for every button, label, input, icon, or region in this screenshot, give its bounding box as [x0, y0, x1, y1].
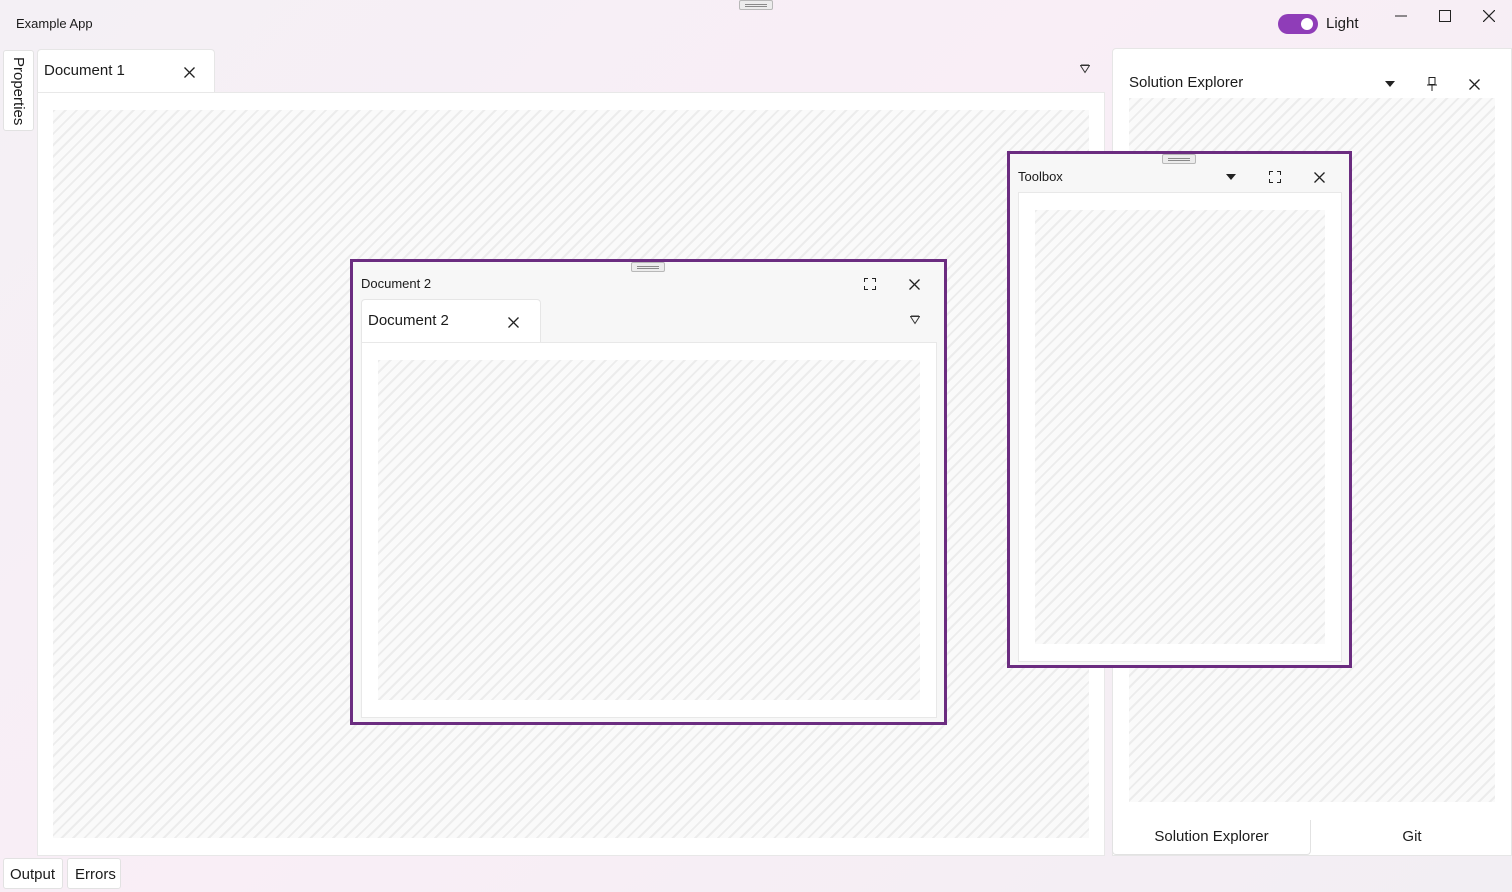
- floating-document-window[interactable]: Document 2 Document 2: [350, 259, 947, 725]
- dropdown-triangle-icon: [1385, 81, 1395, 87]
- properties-side-tab[interactable]: Properties: [3, 50, 34, 131]
- toolbox-content-panel: [1018, 192, 1342, 662]
- toolbox-expand-button[interactable]: [1264, 166, 1286, 188]
- floating-document-tab[interactable]: Document 2: [361, 299, 541, 343]
- floating-document-title: Document 2: [361, 276, 432, 291]
- toolbox-close-button[interactable]: [1308, 166, 1330, 188]
- pin-icon: [1427, 77, 1437, 91]
- document-tab-label: Document 1: [44, 62, 125, 79]
- floating-document-editor-area[interactable]: [378, 360, 920, 700]
- solution-explorer-menu-button[interactable]: [1379, 73, 1401, 95]
- dropdown-triangle-icon: [1226, 174, 1236, 180]
- toolbox-menu-button[interactable]: [1220, 166, 1242, 188]
- solution-explorer-title: Solution Explorer: [1129, 74, 1244, 91]
- dropdown-triangle-icon: [1080, 64, 1090, 74]
- minimize-button[interactable]: [1384, 4, 1418, 28]
- expand-icon: [864, 278, 876, 290]
- errors-tab-label: Errors: [75, 866, 116, 883]
- minimize-icon: [1395, 15, 1407, 17]
- solution-explorer-bottom-tab-active[interactable]: Solution Explorer: [1112, 820, 1311, 855]
- git-bottom-tab[interactable]: Git: [1312, 820, 1512, 855]
- theme-toggle[interactable]: [1278, 14, 1318, 34]
- bottom-tab-label: Solution Explorer: [1154, 828, 1269, 845]
- expand-icon: [1269, 171, 1281, 183]
- floating-document-expand-button[interactable]: [859, 273, 881, 295]
- close-icon: [183, 66, 195, 78]
- floating-document-close-button[interactable]: [903, 273, 925, 295]
- drag-grip-icon[interactable]: [631, 262, 665, 272]
- app-title: Example App: [16, 16, 93, 31]
- document-tab-close-button[interactable]: [178, 61, 200, 83]
- close-icon: [507, 316, 519, 328]
- solution-explorer-close-button[interactable]: [1463, 73, 1485, 95]
- document-tab-active[interactable]: Document 1: [37, 49, 215, 93]
- floating-document-content-panel: [361, 342, 937, 718]
- close-icon: [1468, 78, 1480, 90]
- close-icon: [1483, 10, 1495, 22]
- dropdown-triangle-icon: [910, 315, 920, 325]
- toggle-knob: [1301, 18, 1313, 30]
- toolbox-title: Toolbox: [1018, 169, 1063, 184]
- solution-explorer-pin-button[interactable]: [1421, 73, 1443, 95]
- drag-grip-icon[interactable]: [739, 0, 773, 10]
- floating-document-overflow-button[interactable]: [904, 310, 926, 330]
- bottom-tab-label: Git: [1402, 828, 1422, 845]
- close-icon: [908, 278, 920, 290]
- title-bar: Example App Light: [0, 0, 1512, 46]
- toolbox-content[interactable]: [1035, 210, 1325, 644]
- close-icon: [1313, 171, 1325, 183]
- floating-toolbox-window[interactable]: Toolbox: [1007, 151, 1352, 668]
- window-close-button[interactable]: [1472, 4, 1506, 28]
- maximize-icon: [1439, 10, 1451, 22]
- output-tab-label: Output: [10, 866, 56, 883]
- errors-tab[interactable]: Errors: [67, 858, 121, 889]
- theme-toggle-label: Light: [1326, 15, 1359, 32]
- document-tab-overflow-button[interactable]: [1074, 59, 1096, 79]
- properties-tab-label: Properties: [10, 57, 27, 126]
- floating-document-tab-close-button[interactable]: [502, 311, 524, 333]
- drag-grip-icon[interactable]: [1162, 154, 1196, 164]
- floating-document-tab-label: Document 2: [368, 312, 449, 329]
- maximize-button[interactable]: [1428, 4, 1462, 28]
- output-tab[interactable]: Output: [3, 858, 63, 889]
